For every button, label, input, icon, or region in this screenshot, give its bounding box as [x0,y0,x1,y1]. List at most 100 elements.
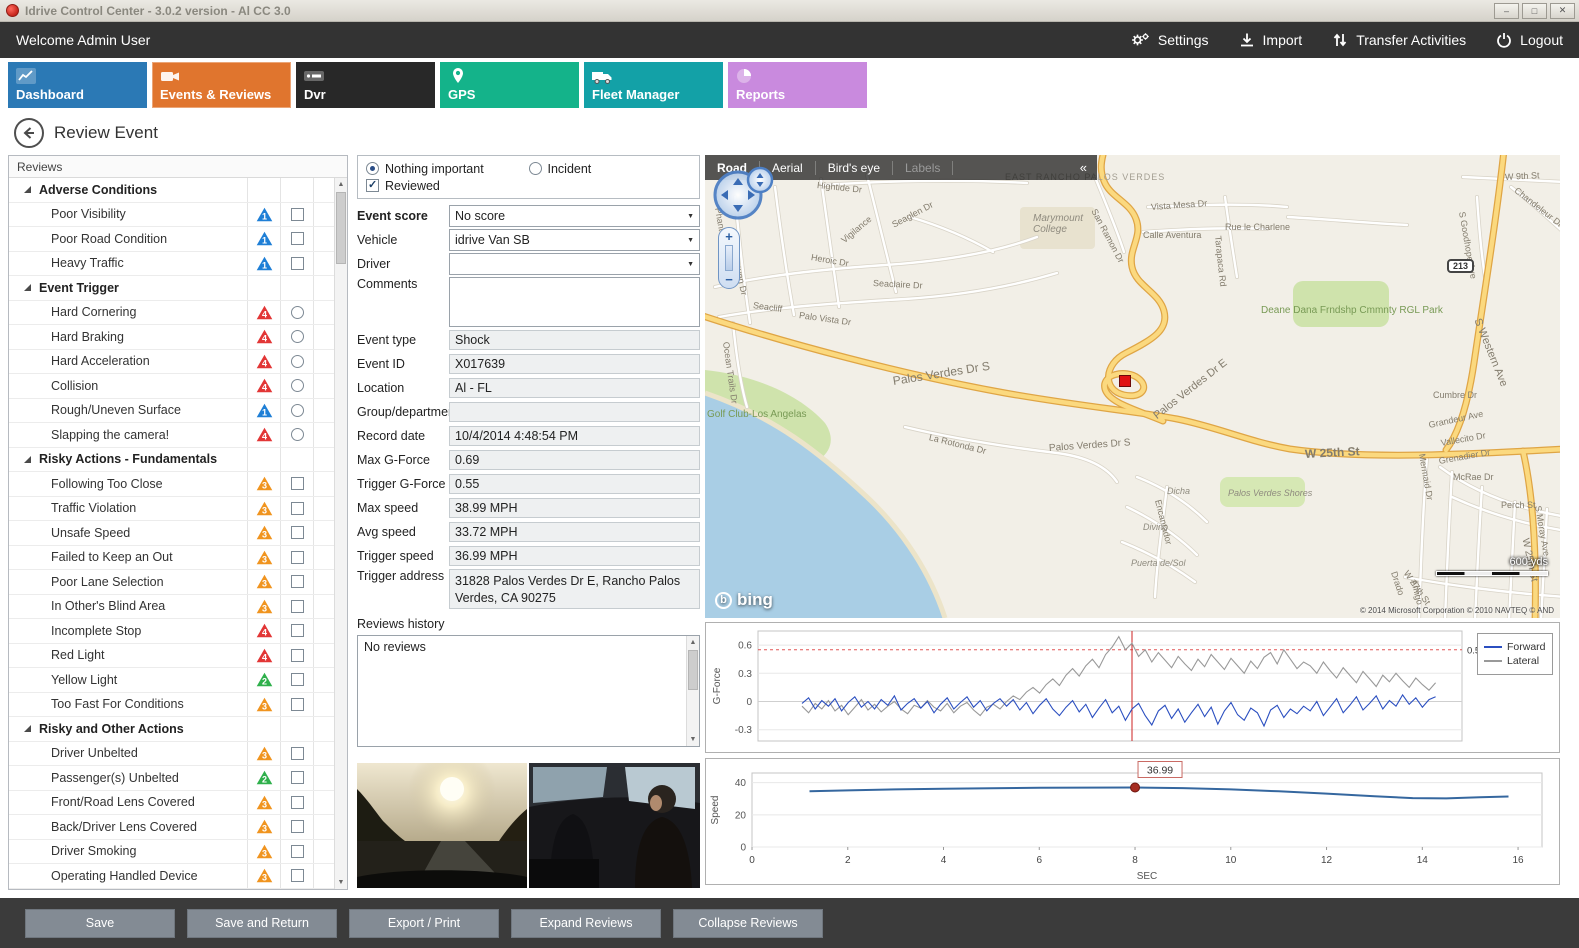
review-group-row[interactable]: Risky Actions - Fundamentals [9,448,334,473]
driver-camera-thumbnail[interactable] [529,763,700,888]
review-radio[interactable] [291,379,304,392]
review-item-row[interactable]: Passenger(s) Unbelted2 [9,766,334,791]
map-compass-control[interactable] [711,163,777,230]
map-style-bird-s-eye[interactable]: Bird's eye [816,161,893,175]
review-checkbox[interactable] [291,551,304,564]
scroll-up-icon[interactable]: ▲ [687,636,699,649]
review-checkbox[interactable] [291,673,304,686]
review-item-row[interactable]: Poor Road Condition1 [9,227,334,252]
vehicle-field[interactable]: idrive Van SB▼ [449,229,700,251]
review-item-row[interactable]: Hard Cornering4 [9,301,334,326]
review-radio[interactable] [291,330,304,343]
event-score-field[interactable]: No score▼ [449,205,700,227]
collapse-caret-icon[interactable] [23,724,32,733]
review-item-row[interactable]: Operating Handled Device3 [9,864,334,889]
tab-events-reviews[interactable]: Events & Reviews [152,62,291,108]
front-camera-thumbnail[interactable] [357,763,527,888]
review-item-row[interactable]: Slapping the camera!4 [9,423,334,448]
review-item-row[interactable]: Yellow Light2 [9,668,334,693]
close-button[interactable]: ✕ [1550,3,1575,19]
collapse-caret-icon[interactable] [23,455,32,464]
review-item-row[interactable]: Poor Visibility1 [9,203,334,228]
review-checkbox[interactable] [291,232,304,245]
export-print-button[interactable]: Export / Print [349,909,499,938]
tab-fleet-manager[interactable]: Fleet Manager [584,62,723,108]
review-checkbox[interactable] [291,771,304,784]
review-checkbox[interactable] [291,698,304,711]
review-checkbox[interactable] [291,526,304,539]
review-item-row[interactable]: Hard Acceleration4 [9,350,334,375]
scroll-down-icon[interactable]: ▼ [687,733,699,746]
classification-radio-option[interactable]: Incident [529,162,692,176]
review-group-row[interactable]: Event Trigger [9,276,334,301]
review-item-row[interactable]: Traffic Violation3 [9,497,334,522]
back-button[interactable] [14,118,44,148]
review-item-row[interactable]: Rough/Uneven Surface1 [9,399,334,424]
zoom-out-button[interactable]: − [725,273,733,286]
scrollbar-thumb[interactable] [688,650,698,690]
radio-icon[interactable] [366,162,379,175]
review-checkbox[interactable] [291,845,304,858]
import-button[interactable]: Import [1239,31,1303,49]
review-item-row[interactable]: Collision4 [9,374,334,399]
minimize-button[interactable]: – [1494,3,1519,19]
scrollbar-thumb[interactable] [336,192,346,264]
tab-dvr[interactable]: Dvr [296,62,435,108]
review-item-row[interactable]: Red Light4 [9,644,334,669]
review-item-row[interactable]: Poor Lane Selection3 [9,570,334,595]
collapse-reviews-button[interactable]: Collapse Reviews [673,909,823,938]
review-item-row[interactable]: Incomplete Stop4 [9,619,334,644]
scroll-down-icon[interactable]: ▼ [335,876,347,889]
radio-icon[interactable] [529,162,542,175]
review-group-row[interactable]: Adverse Conditions [9,178,334,203]
classification-radio-selected[interactable]: Nothing important [366,162,529,176]
collapse-caret-icon[interactable] [23,283,32,292]
review-checkbox[interactable] [291,477,304,490]
review-checkbox[interactable] [291,820,304,833]
map-style-labels[interactable]: Labels [893,161,953,175]
review-group-row[interactable]: Risky and Other Actions [9,717,334,742]
review-item-row[interactable]: Too Fast For Conditions3 [9,693,334,718]
review-item-row[interactable]: Driver Smoking3 [9,840,334,865]
event-location-marker[interactable] [1119,375,1131,387]
save-and-return-button[interactable]: Save and Return [187,909,337,938]
review-radio[interactable] [291,404,304,417]
map-menu-collapse-icon[interactable]: « [1070,160,1097,175]
review-item-row[interactable]: In Other's Blind Area3 [9,595,334,620]
driver-field[interactable]: ▼ [449,253,700,275]
settings-button[interactable]: Settings [1130,31,1209,49]
checkbox-icon[interactable] [366,179,379,192]
review-item-row[interactable]: Back/Driver Lens Covered3 [9,815,334,840]
review-item-row[interactable]: Driver Unbelted3 [9,742,334,767]
map-zoom-control[interactable]: + − [718,227,740,289]
review-item-row[interactable]: Failed to Keep an Out3 [9,546,334,571]
reviews-tree-scrollbar[interactable]: ▲ ▼ [334,178,347,889]
reviewed-checkbox-option[interactable]: Reviewed [366,179,529,193]
review-checkbox[interactable] [291,747,304,760]
logout-button[interactable]: Logout [1496,31,1563,49]
transfer-activities-button[interactable]: Transfer Activities [1332,31,1466,49]
review-checkbox[interactable] [291,502,304,515]
maximize-button[interactable]: □ [1522,3,1547,19]
review-checkbox[interactable] [291,575,304,588]
review-item-row[interactable]: Hard Braking4 [9,325,334,350]
review-checkbox[interactable] [291,796,304,809]
bing-map[interactable]: EAST RANCHO PALOS VERDESMarymount Colleg… [705,155,1560,618]
tab-dashboard[interactable]: Dashboard [8,62,147,108]
reviews-history-list[interactable]: No reviews ▲ ▼ [357,635,700,747]
comments-field[interactable] [449,277,700,327]
review-radio[interactable] [291,355,304,368]
tab-gps[interactable]: GPS [440,62,579,108]
review-item-row[interactable]: Unsafe Speed3 [9,521,334,546]
review-checkbox[interactable] [291,649,304,662]
review-checkbox[interactable] [291,624,304,637]
review-item-row[interactable] [9,889,334,890]
zoom-slider[interactable] [725,245,733,271]
review-checkbox[interactable] [291,257,304,270]
save-button[interactable]: Save [25,909,175,938]
scroll-up-icon[interactable]: ▲ [335,178,347,191]
review-checkbox[interactable] [291,869,304,882]
tab-reports[interactable]: Reports [728,62,867,108]
collapse-caret-icon[interactable] [23,185,32,194]
review-item-row[interactable]: Heavy Traffic1 [9,252,334,277]
